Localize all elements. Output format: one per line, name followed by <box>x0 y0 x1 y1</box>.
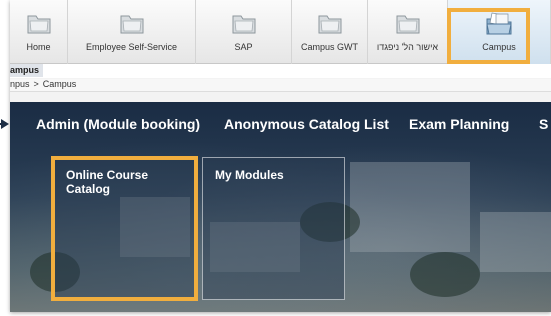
tile-online-course-catalog[interactable]: Online Course Catalog <box>53 157 196 300</box>
nav-item-exam-planning[interactable]: Exam Planning <box>409 116 509 132</box>
top-toolbar: Home Employee Self-Service SAP Campus GW… <box>10 0 551 64</box>
breadcrumb-item-current: Campus <box>42 79 77 89</box>
breadcrumb: npus > Campus <box>10 79 551 92</box>
folder-icon <box>232 15 255 34</box>
toolbar-item-hebrew[interactable]: אישור הל' ניפגדו <box>368 0 448 64</box>
toolbar-item-campus-gwt[interactable]: Campus GWT <box>292 0 368 64</box>
background-building <box>350 162 470 252</box>
toolbar-item-label: אישור הל' ניפגדו <box>376 42 439 52</box>
toolbar-item-sap[interactable]: SAP <box>196 0 292 64</box>
campus-hero: Admin (Module booking) Anonymous Catalog… <box>10 102 551 312</box>
page-subtitle: ampus <box>10 64 44 77</box>
tile-title: My Modules <box>215 168 284 182</box>
nav-item-admin-module-booking[interactable]: Admin (Module booking) <box>36 116 200 132</box>
folder-icon <box>120 15 143 34</box>
toolbar-item-campus[interactable]: Campus <box>448 0 551 64</box>
folder-icon <box>396 15 419 34</box>
toolbar-item-employee-self-service[interactable]: Employee Self-Service <box>68 0 196 64</box>
toolbar-item-label: SAP <box>234 42 253 52</box>
toolbar-item-label: Campus GWT <box>300 42 358 52</box>
toolbar-item-label: Home <box>26 42 51 52</box>
toolbar-item-label: Employee Self-Service <box>85 42 178 52</box>
subtitle-bar <box>10 64 551 78</box>
background-building <box>480 212 551 272</box>
folder-icon <box>27 15 50 34</box>
campus-nav: Admin (Module booking) Anonymous Catalog… <box>10 102 551 144</box>
folder-open-papers-icon <box>486 12 512 35</box>
pointer-arrow-icon <box>1 119 9 129</box>
background-tree <box>410 252 480 297</box>
tile-title: Online Course Catalog <box>66 168 149 196</box>
breadcrumb-separator: > <box>33 79 39 89</box>
portal-window: Home Employee Self-Service SAP Campus GW… <box>10 0 551 312</box>
tile-my-modules[interactable]: My Modules <box>202 157 345 300</box>
toolbar-item-home[interactable]: Home <box>10 0 68 64</box>
nav-item-more[interactable]: S <box>539 116 548 132</box>
breadcrumb-item[interactable]: npus <box>10 79 30 89</box>
toolbar-item-label: Campus <box>482 42 516 52</box>
folder-icon <box>318 15 341 34</box>
nav-item-anonymous-catalog-list[interactable]: Anonymous Catalog List <box>224 116 389 132</box>
